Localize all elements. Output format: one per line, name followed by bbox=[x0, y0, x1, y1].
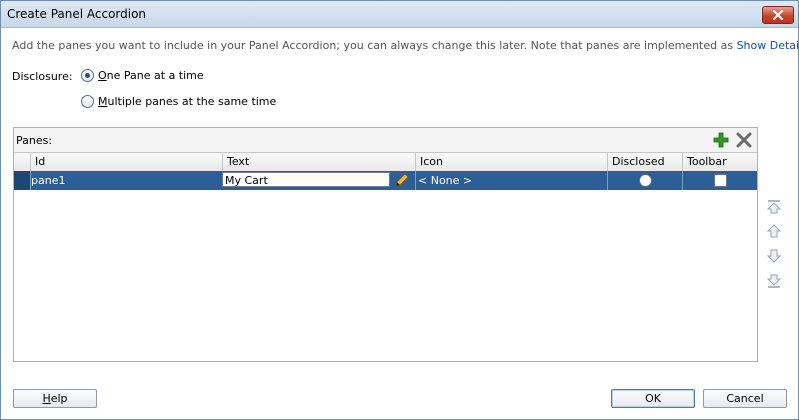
plus-icon[interactable] bbox=[712, 131, 730, 149]
toolbar-checkbox[interactable] bbox=[714, 174, 727, 187]
arrow-up-icon[interactable] bbox=[766, 223, 782, 239]
arrow-down-icon[interactable] bbox=[766, 248, 782, 264]
table-header: Id Text Icon Disclosed Toolbar bbox=[14, 152, 757, 172]
disclosure-label: Disclosure: bbox=[12, 70, 73, 83]
radio-selected-dot bbox=[85, 73, 90, 78]
intro-text-main: Add the panes you want to include in you… bbox=[12, 39, 737, 52]
cell-icon[interactable]: < None > bbox=[415, 171, 607, 190]
column-header-icon[interactable]: Icon bbox=[415, 153, 607, 171]
cell-disclosed[interactable] bbox=[607, 171, 682, 190]
intro-text: Add the panes you want to include in you… bbox=[12, 39, 798, 52]
dialog-window: Create Panel Accordion Add the panes you… bbox=[0, 0, 799, 420]
radio-one-pane-control[interactable] bbox=[81, 69, 94, 82]
arrow-to-bottom-icon[interactable] bbox=[766, 273, 782, 289]
close-icon bbox=[772, 10, 784, 20]
panes-header: Panes: bbox=[14, 128, 757, 152]
show-detail-item-link[interactable]: Show Detail Item bbox=[737, 39, 798, 52]
column-header-disclosed[interactable]: Disclosed bbox=[607, 153, 682, 171]
dialog-content: Add the panes you want to include in you… bbox=[1, 28, 798, 419]
column-header-toolbar[interactable]: Toolbar bbox=[682, 153, 757, 171]
panes-label: Panes: bbox=[16, 134, 53, 147]
table-row[interactable]: pane1 My Cart < None > bbox=[14, 171, 757, 190]
help-button[interactable]: Help bbox=[13, 389, 97, 408]
row-marker[interactable] bbox=[14, 171, 30, 190]
cancel-button[interactable]: Cancel bbox=[703, 389, 787, 408]
window-title: Create Panel Accordion bbox=[7, 7, 147, 21]
radio-one-pane-label: One Pane at a time bbox=[98, 69, 204, 82]
radio-multiple-panes-control[interactable] bbox=[81, 95, 94, 108]
title-bar[interactable]: Create Panel Accordion bbox=[1, 1, 798, 28]
x-icon[interactable] bbox=[735, 131, 753, 149]
disclosed-radio[interactable] bbox=[639, 174, 652, 187]
text-cell-editor[interactable]: My Cart bbox=[222, 172, 390, 187]
ok-button[interactable]: OK bbox=[611, 389, 695, 408]
cell-toolbar[interactable] bbox=[682, 171, 757, 190]
column-header-id[interactable]: Id bbox=[30, 153, 222, 171]
radio-one-pane[interactable]: One Pane at a time bbox=[81, 69, 204, 82]
pencil-icon[interactable] bbox=[393, 172, 410, 189]
panes-panel: Panes: Id Text Icon Disclosed Toolbar pa… bbox=[13, 127, 758, 362]
column-header-text[interactable]: Text bbox=[222, 153, 415, 171]
close-button[interactable] bbox=[762, 6, 794, 24]
arrow-to-top-icon[interactable] bbox=[766, 199, 782, 215]
radio-multiple-panes-label: Multiple panes at the same time bbox=[98, 95, 277, 108]
row-marker-header bbox=[14, 153, 30, 171]
cell-id[interactable]: pane1 bbox=[30, 171, 222, 190]
radio-multiple-panes[interactable]: Multiple panes at the same time bbox=[81, 95, 276, 108]
